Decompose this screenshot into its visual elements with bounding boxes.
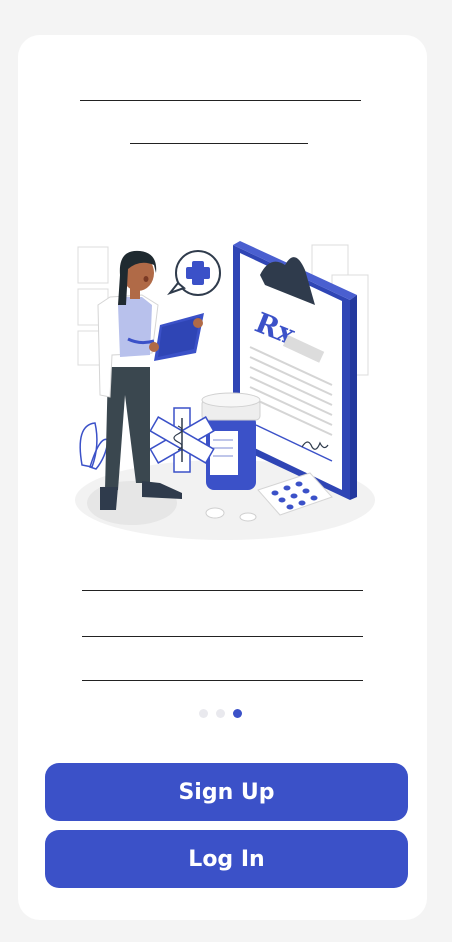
sign-up-button[interactable]: Sign Up — [45, 763, 408, 821]
title-line-2 — [130, 143, 308, 144]
description-line-1 — [82, 590, 363, 591]
log-in-button[interactable]: Log In — [45, 830, 408, 888]
description-line-3 — [82, 680, 363, 681]
pagination-dots — [199, 709, 242, 718]
description-line-2 — [82, 636, 363, 637]
doctor-prescription-illustration: Rx — [75, 241, 375, 540]
pagination-dot-3[interactable] — [233, 709, 242, 718]
title-line-1 — [80, 100, 361, 101]
medical-cross-icon — [167, 250, 221, 296]
pagination-dot-1[interactable] — [199, 709, 208, 718]
pagination-dot-2[interactable] — [216, 709, 225, 718]
